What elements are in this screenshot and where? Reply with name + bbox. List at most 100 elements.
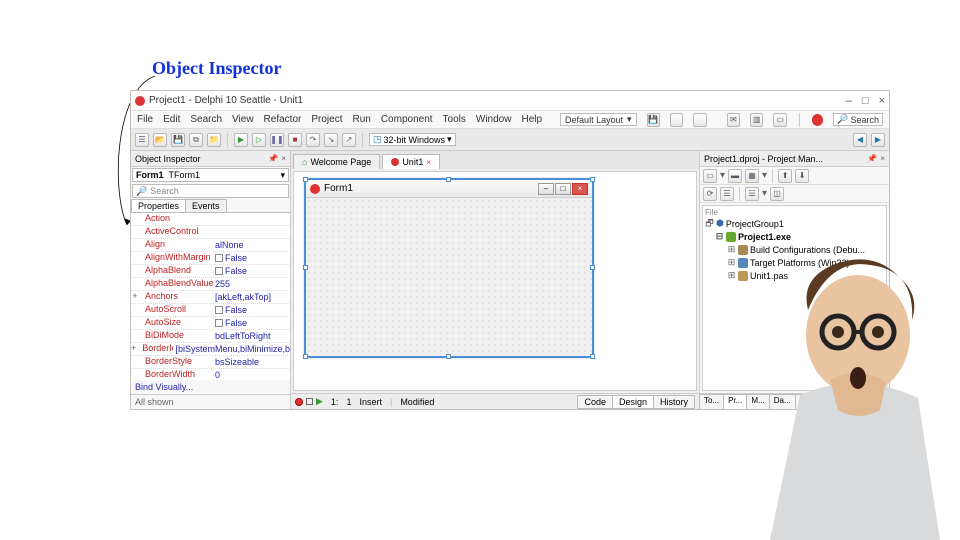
tab-close-icon[interactable]: × [426,158,431,167]
checkbox-icon[interactable] [215,254,223,262]
save-button[interactable]: 💾 [171,133,185,147]
property-row[interactable]: AlignWithMarginFalse [131,252,290,265]
saveall-button[interactable]: ⧉ [189,133,203,147]
property-value[interactable] [213,226,290,238]
toolbar-btn-1[interactable]: ▥ [750,113,763,127]
nav-fwd-button[interactable]: ▶ [871,133,885,147]
property-value[interactable]: False [213,265,290,277]
macro-record-button[interactable] [295,398,303,406]
panel-close-icon[interactable]: × [281,154,286,163]
tree-node-project[interactable]: ⊟Project1.exe [705,230,884,243]
form-client-area[interactable] [306,198,592,356]
menu-window[interactable]: Window [476,114,512,125]
checkbox-icon[interactable] [215,319,223,327]
property-value[interactable]: False [213,317,290,329]
stop-button[interactable]: ■ [288,133,302,147]
mail-icon-button[interactable]: ✉ [727,113,740,127]
minimize-button[interactable]: – [846,95,852,107]
property-row[interactable]: BorderWidth0 [131,369,290,380]
form-maximize-icon[interactable]: □ [555,183,571,195]
property-row[interactable]: AutoSizeFalse [131,317,290,330]
property-row[interactable]: +BorderIcons[biSystemMenu,biMinimize,b [131,343,290,356]
property-value[interactable]: 255 [213,278,290,290]
property-value[interactable]: 0 [213,369,290,380]
property-row[interactable]: AutoScrollFalse [131,304,290,317]
property-value[interactable]: False [213,304,290,316]
close-button[interactable]: × [879,95,885,107]
property-value[interactable]: alNone [213,239,290,251]
menu-edit[interactable]: Edit [163,114,180,125]
property-row[interactable]: ActiveControl [131,226,290,239]
menu-file[interactable]: File [137,114,153,125]
tree-node-group[interactable]: 🗗⬢ProjectGroup1 [705,217,884,230]
property-row[interactable]: AlphaBlendFalse [131,265,290,278]
pm-activate-button[interactable]: ▦ [745,169,759,183]
macro-stop-button[interactable] [306,398,313,405]
pm-up-button[interactable]: ⬆ [778,169,792,183]
step-into-button[interactable]: ↘ [324,133,338,147]
bind-visually-link[interactable]: Bind Visually... [131,380,290,395]
pm-list-button[interactable]: ☱ [745,187,759,201]
layout-btn-a[interactable] [670,113,683,127]
property-row[interactable]: BiDiModebdLeftToRight [131,330,290,343]
layout-save-button[interactable]: 💾 [647,113,660,127]
form-close-icon[interactable]: × [572,183,588,195]
folder-button[interactable]: 📁 [207,133,221,147]
pause-button[interactable]: ❚❚ [270,133,284,147]
form-designer[interactable]: Form1 – □ × [293,171,697,391]
property-value[interactable]: bsSizeable [213,356,290,368]
pm-add-button[interactable]: ▭ [703,169,717,183]
inspector-search-input[interactable]: 🔎Search [132,184,289,198]
run-button[interactable]: ▶ [234,133,248,147]
property-value[interactable]: bdLeftToRight [213,330,290,342]
checkbox-icon[interactable] [215,267,223,275]
pin-icon[interactable]: 📌 [268,154,278,163]
pm-expand-button[interactable]: ☰ [720,187,734,201]
bottom-tab-tool[interactable]: To... [699,394,724,409]
property-value[interactable]: [biSystemMenu,biMinimize,b [173,343,290,355]
editor-tab-unit1[interactable]: Unit1× [382,154,440,169]
property-value[interactable]: False [213,252,290,264]
menu-tools[interactable]: Tools [443,114,466,125]
stop-icon[interactable] [812,114,823,126]
checkbox-icon[interactable] [215,306,223,314]
view-tab-history[interactable]: History [653,395,695,409]
design-form-window[interactable]: Form1 – □ × [304,178,594,358]
pm-remove-button[interactable]: ▬ [728,169,742,183]
maximize-button[interactable]: □ [862,95,869,107]
component-selector[interactable]: Form1 TForm1 ▾ [132,168,289,182]
menu-search[interactable]: Search [190,114,222,125]
property-grid[interactable]: ActionActiveControlAlignalNoneAlignWithM… [131,213,290,380]
nav-back-button[interactable]: ◀ [853,133,867,147]
view-tab-code[interactable]: Code [577,395,613,409]
open-button[interactable]: 📂 [153,133,167,147]
pm-down-button[interactable]: ⬇ [795,169,809,183]
property-row[interactable]: AlignalNone [131,239,290,252]
pm-view-button[interactable]: ◫ [770,187,784,201]
editor-tab-welcome[interactable]: ⌂Welcome Page [293,154,380,169]
tab-properties[interactable]: Properties [131,199,186,212]
menu-run[interactable]: Run [352,114,370,125]
toolbar-btn-2[interactable]: ▭ [773,113,786,127]
view-tab-design[interactable]: Design [612,395,654,409]
menu-project[interactable]: Project [311,114,342,125]
layout-btn-b[interactable] [693,113,706,127]
layout-combo[interactable]: Default Layout▾ [560,113,636,126]
step-over-button[interactable]: ↷ [306,133,320,147]
pin-icon[interactable]: 📌 [867,154,877,163]
menu-view[interactable]: View [232,114,254,125]
platform-combo[interactable]: ◳32-bit Windows▾ [369,133,456,146]
menu-refactor[interactable]: Refactor [264,114,302,125]
tab-events[interactable]: Events [185,199,227,212]
pm-refresh-button[interactable]: ⟳ [703,187,717,201]
global-search-input[interactable]: 🔎Search [833,113,883,126]
property-value[interactable] [213,213,290,225]
run-nodebug-button[interactable]: ▷ [252,133,266,147]
form-minimize-icon[interactable]: – [538,183,554,195]
property-row[interactable]: Action [131,213,290,226]
property-value[interactable]: [akLeft,akTop] [213,291,290,303]
menu-help[interactable]: Help [521,114,542,125]
property-row[interactable]: +Anchors[akLeft,akTop] [131,291,290,304]
panel-close-icon[interactable]: × [880,154,885,163]
property-row[interactable]: BorderStylebsSizeable [131,356,290,369]
